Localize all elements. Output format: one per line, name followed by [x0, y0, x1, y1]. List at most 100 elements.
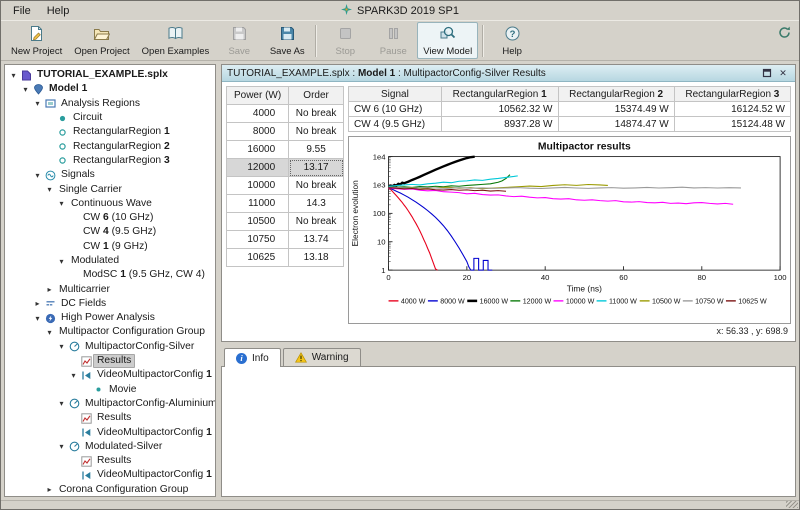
power-table-row[interactable]: 1200013.17 [227, 159, 344, 177]
project-icon [19, 70, 33, 81]
signal-table-header-rectangularregion-1[interactable]: RectangularRegion 1 [441, 87, 558, 102]
svg-text:100: 100 [373, 209, 386, 218]
app-title: SPARK3D 2019 SP1 [341, 4, 459, 18]
tree-item-signals[interactable]: ▾Signals [5, 168, 215, 182]
tree-item-results[interactable]: Results [5, 454, 215, 468]
tree-item-cw-6[interactable]: CW 6 (10 GHz) [5, 211, 215, 225]
signal-table-header-signal[interactable]: Signal [349, 87, 442, 102]
tree-item-label: DC Fields [57, 297, 110, 311]
menu-file[interactable]: File [5, 3, 39, 19]
tree-item-label: Results [93, 411, 135, 425]
tree-item-videomultipactorconfig-1[interactable]: VideoMultipactorConfig 1 [5, 468, 215, 482]
tree-item-label: RectangularRegion 1 [69, 125, 174, 139]
region-power-value: 16124.52 W [674, 102, 790, 117]
tree-item-rectangularregion-2[interactable]: RectangularRegion 2 [5, 139, 215, 153]
tree-item-videomultipactorconfig-1[interactable]: VideoMultipactorConfig 1 [5, 425, 215, 439]
power-table-row[interactable]: 1100014.3 [227, 195, 344, 213]
tree-expand-icon[interactable]: ▸ [44, 485, 55, 494]
tree-item-modulated[interactable]: ▾Modulated [5, 254, 215, 268]
help-button[interactable]: ?Help [488, 22, 536, 59]
signal-table-header-rectangularregion-3[interactable]: RectangularRegion 3 [674, 87, 790, 102]
tree-item-multipactorconfig-aluminium[interactable]: ▾MultipactorConfig-Aluminium [5, 397, 215, 411]
tree-item-corona-configuration-group[interactable]: ▸Corona Configuration Group [5, 483, 215, 497]
close-panel-icon[interactable]: ✕ [776, 67, 790, 80]
tree-item-videomultipactorconfig-1[interactable]: ▾VideoMultipactorConfig 1 [5, 368, 215, 382]
tree-expand-icon[interactable]: ▸ [32, 299, 43, 308]
help-icon: ? [504, 25, 521, 45]
power-table-row[interactable]: 1075013.74 [227, 231, 344, 249]
tree-item-movie[interactable]: Movie [5, 383, 215, 397]
tree-item-results[interactable]: Results [5, 354, 215, 368]
tree-item-tutorial-example-splx[interactable]: ▾TUTORIAL_EXAMPLE.splx [5, 68, 215, 82]
svg-text:100: 100 [774, 273, 787, 282]
signal-table-row[interactable]: CW 4 (9.5 GHz)8937.28 W14874.47 W15124.4… [349, 117, 791, 132]
signal-table-row[interactable]: CW 6 (10 GHz)10562.32 W15374.49 W16124.5… [349, 102, 791, 117]
tree-item-cw-1[interactable]: CW 1 (9 GHz) [5, 240, 215, 254]
view-model-button[interactable]: View Model [417, 22, 478, 59]
tree-item-results[interactable]: Results [5, 411, 215, 425]
tree-collapse-icon[interactable]: ▾ [56, 199, 67, 208]
resize-grip-icon[interactable] [786, 501, 798, 508]
power-order-table[interactable]: Power (W)Order4000No break8000No break16… [226, 86, 344, 267]
tree-item-modulated-silver[interactable]: ▾Modulated-Silver [5, 440, 215, 454]
float-panel-icon[interactable] [760, 67, 774, 80]
open-project-button[interactable]: Open Project [68, 22, 135, 59]
power-table-row[interactable]: 10000No break [227, 177, 344, 195]
tree-item-analysis-regions[interactable]: ▾Analysis Regions [5, 97, 215, 111]
new-project-label: New Project [11, 46, 62, 57]
tree-collapse-icon[interactable]: ▾ [68, 371, 79, 380]
tree-item-model-1[interactable]: ▾Model 1 [5, 82, 215, 96]
save-as-button[interactable]: Save As [263, 22, 311, 59]
signals-icon [43, 170, 57, 181]
chart-area[interactable]: Multipactor results1e41e3100101020406080… [348, 136, 791, 324]
tree-item-single-carrier[interactable]: ▾Single Carrier [5, 182, 215, 196]
open-examples-icon [167, 25, 184, 45]
tab-warning[interactable]: Warning [283, 348, 361, 366]
tree-item-rectangularregion-1[interactable]: RectangularRegion 1 [5, 125, 215, 139]
tree-collapse-icon[interactable]: ▾ [56, 399, 67, 408]
tree-item-rectangularregion-3[interactable]: RectangularRegion 3 [5, 154, 215, 168]
tree-item-high-power-analysis[interactable]: ▾ High Power Analysis [5, 311, 215, 325]
menu-help[interactable]: Help [39, 3, 78, 19]
tree-collapse-icon[interactable]: ▾ [56, 257, 67, 266]
tree-collapse-icon[interactable]: ▾ [56, 342, 67, 351]
open-project-icon [93, 25, 110, 45]
tree-expand-icon[interactable]: ▸ [44, 285, 55, 294]
tree-item-continuous-wave[interactable]: ▾Continuous Wave [5, 197, 215, 211]
power-table-header-power-w[interactable]: Power (W) [227, 87, 289, 105]
power-table-row[interactable]: 1062513.18 [227, 249, 344, 267]
tree-item-dc-fields[interactable]: ▸ DC Fields [5, 297, 215, 311]
power-table-row[interactable]: 4000No break [227, 105, 344, 123]
signal-table-header-rectangularregion-2[interactable]: RectangularRegion 2 [558, 87, 674, 102]
tree-item-label: CW 1 (9 GHz) [79, 240, 152, 254]
tree-item-modsc-1[interactable]: ModSC 1 (9.5 GHz, CW 4) [5, 268, 215, 282]
tree-collapse-icon[interactable]: ▾ [20, 85, 31, 94]
power-table-row[interactable]: 8000No break [227, 123, 344, 141]
toolbar: New Project Open ProjectOpen Examples Save… [1, 20, 799, 61]
tree-item-cw-4[interactable]: CW 4 (9.5 GHz) [5, 225, 215, 239]
tree-collapse-icon[interactable]: ▾ [56, 442, 67, 451]
open-examples-button[interactable]: Open Examples [136, 22, 216, 59]
signal-region-table[interactable]: SignalRectangularRegion 1RectangularRegi… [348, 86, 791, 132]
legend-label-10000-w: 10000 W [566, 297, 595, 305]
tree-item-multipactorconfig-silver[interactable]: ▾MultipactorConfig-Silver [5, 340, 215, 354]
power-table-row[interactable]: 10500No break [227, 213, 344, 231]
refresh-icon[interactable] [777, 25, 792, 43]
multipactor-chart[interactable]: Multipactor results1e41e3100101020406080… [349, 137, 790, 323]
tree-item-multipactor-configuration-group[interactable]: ▾Multipactor Configuration Group [5, 325, 215, 339]
tree-collapse-icon[interactable]: ▾ [32, 171, 43, 180]
tree-item-label: RectangularRegion 2 [69, 140, 174, 154]
power-table-header-order[interactable]: Order [289, 87, 344, 105]
tree-item-label: High Power Analysis [57, 311, 159, 325]
tree-item-circuit[interactable]: Circuit [5, 111, 215, 125]
tree-item-multicarrier[interactable]: ▸Multicarrier [5, 282, 215, 296]
power-table-row[interactable]: 160009.55 [227, 141, 344, 159]
tree-collapse-icon[interactable]: ▾ [8, 71, 19, 80]
new-project-button[interactable]: New Project [5, 22, 68, 59]
tree-collapse-icon[interactable]: ▾ [44, 185, 55, 194]
tab-info[interactable]: iInfo [224, 348, 281, 367]
tree-collapse-icon[interactable]: ▾ [32, 314, 43, 323]
legend-label-16000-w: 16000 W [480, 297, 509, 305]
tree-collapse-icon[interactable]: ▾ [32, 99, 43, 108]
tree-collapse-icon[interactable]: ▾ [44, 328, 55, 337]
